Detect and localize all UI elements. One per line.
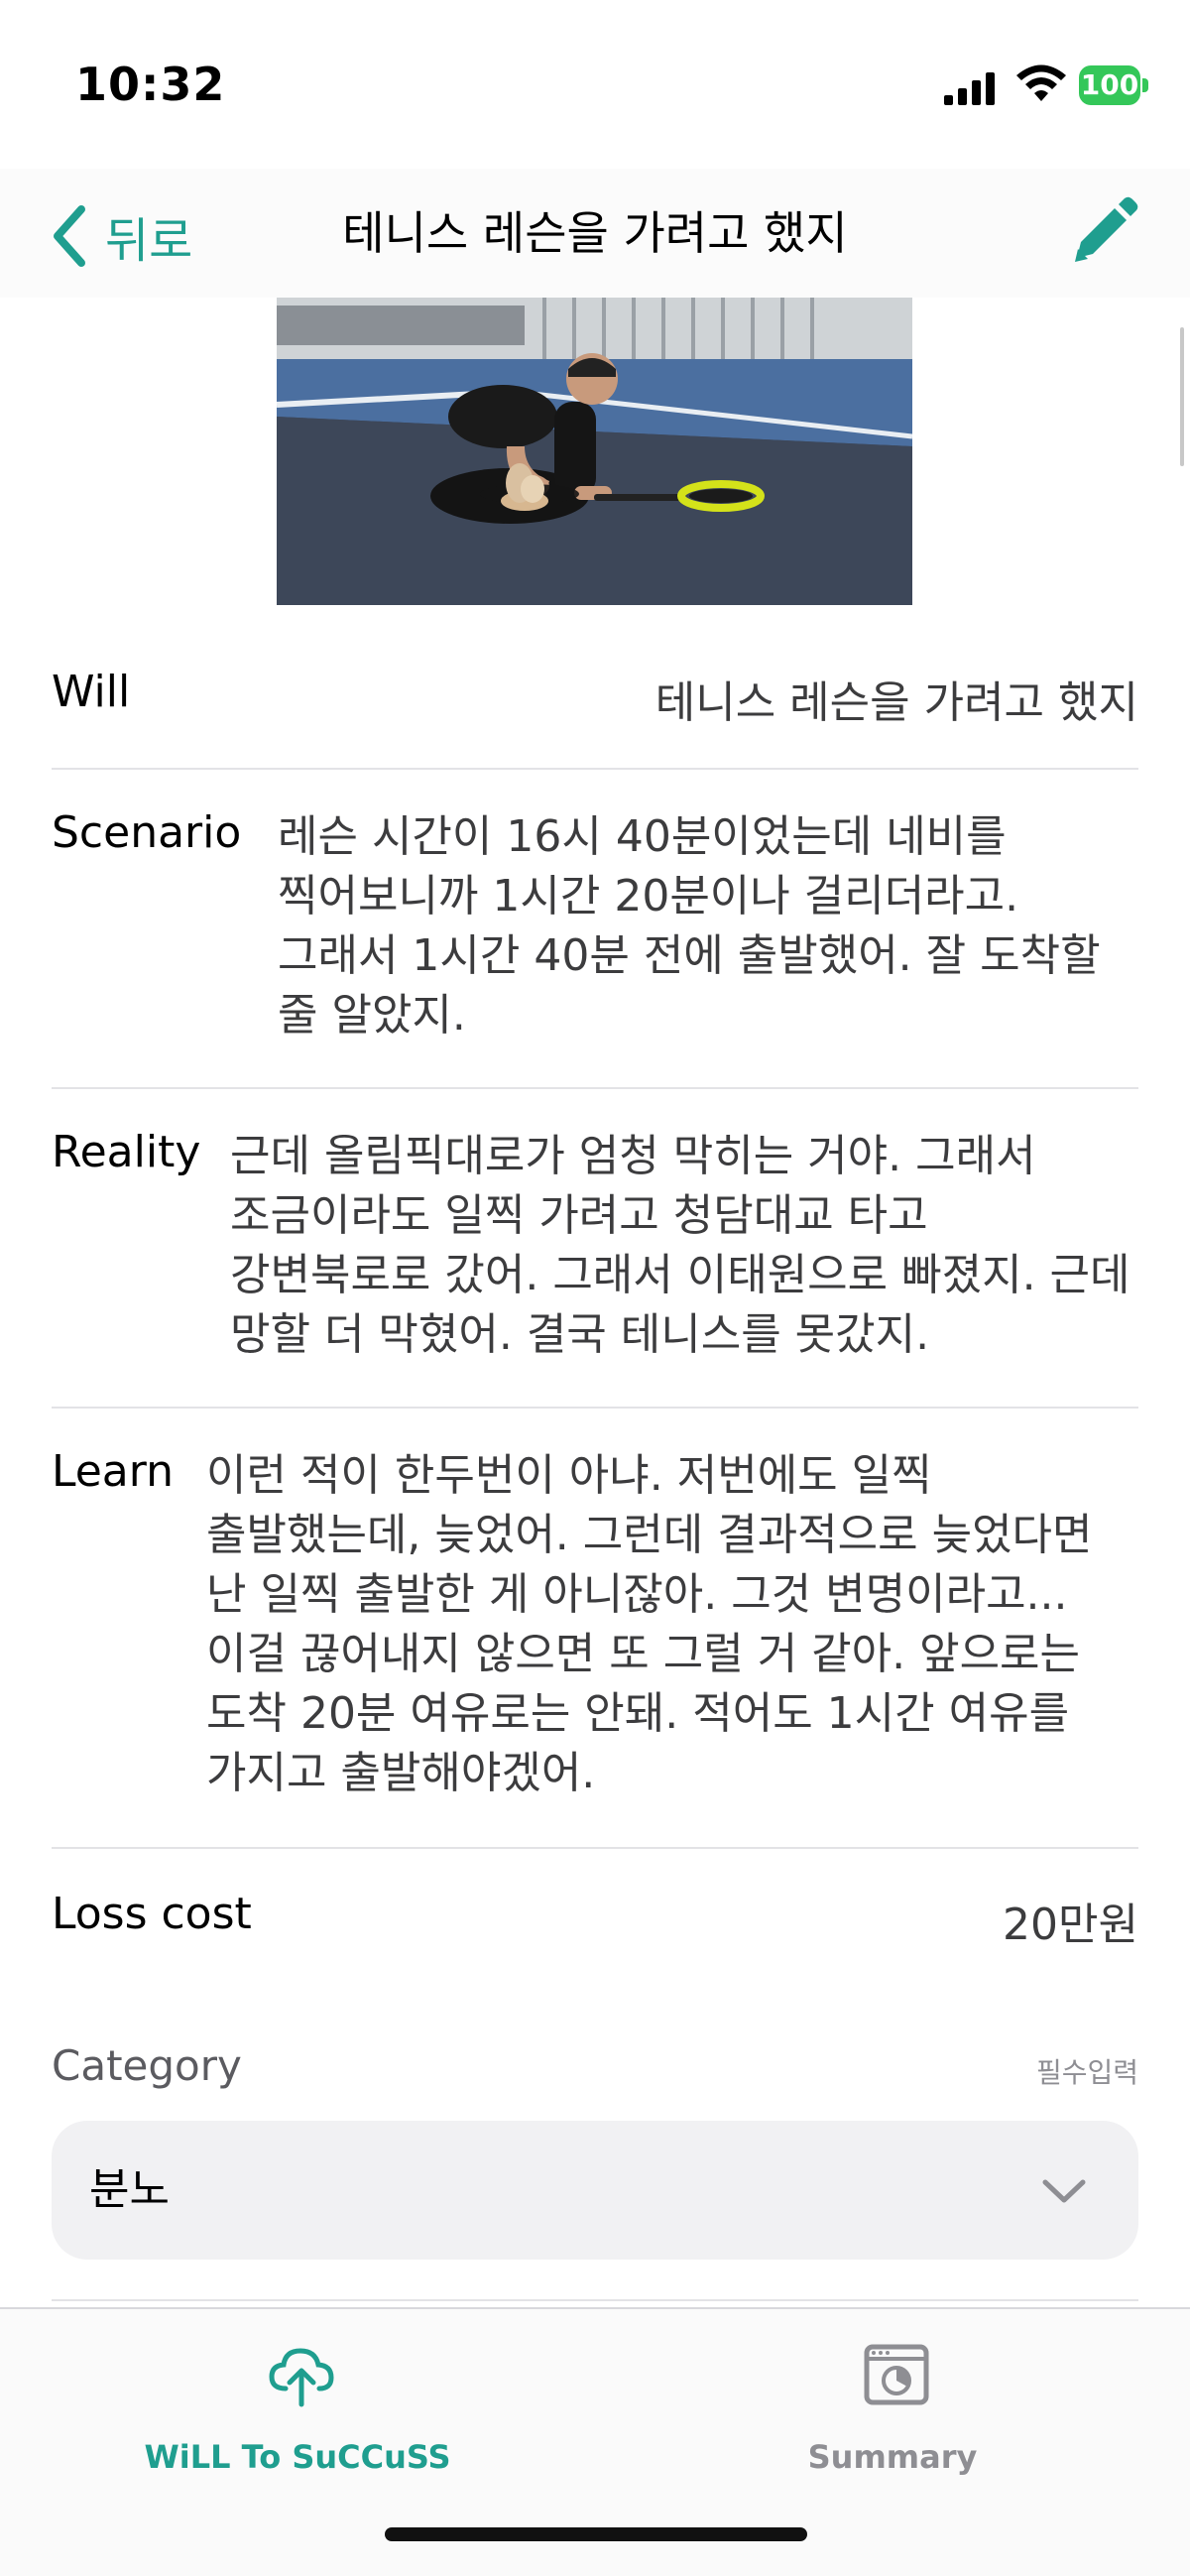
loss-cost-value: 20만원: [1003, 1900, 1138, 1950]
reality-label: Reality: [52, 1127, 201, 1177]
home-indicator[interactable]: [385, 2527, 807, 2541]
learn-row: Learn 이런 적이 한두번이 아냐. 저번에도 일찍 출발했는데, 늦었어.…: [52, 1446, 1138, 1803]
divider: [52, 768, 1138, 770]
scenario-value: 레슨 시간이 16시 40분이었는데 네비를 찍어보니까 1시간 20분이나 걸…: [278, 811, 1101, 1041]
battery-level: 100: [1080, 68, 1139, 101]
back-button-label: 뒤로: [105, 213, 193, 269]
learn-label: Learn: [52, 1446, 174, 1497]
tab-will-to-success-label: WiLL To SuCCuSS: [144, 2438, 451, 2476]
status-bar: 10:32 100: [0, 0, 1190, 159]
will-label: Will: [52, 667, 131, 717]
summary-window-icon: [864, 2344, 929, 2405]
chevron-left-icon: [54, 205, 85, 267]
divider: [52, 1087, 1138, 1089]
battery-icon: 100: [1079, 65, 1148, 107]
navigation-bar: 뒤로 테니스 레슨을 가려고 했지: [0, 169, 1190, 466]
will-value: 테니스 레슨을 가려고 했지: [654, 677, 1138, 728]
tab-summary-label: Summary: [807, 2438, 978, 2476]
wifi-icon: [1016, 64, 1066, 101]
pencil-edit-icon[interactable]: [1063, 192, 1142, 272]
scenario-label: Scenario: [52, 807, 242, 858]
divider: [52, 1407, 1138, 1409]
cloud-upload-icon: [269, 2348, 334, 2407]
tennis-photo[interactable]: [277, 298, 912, 605]
chevron-down-icon: [1042, 2179, 1086, 2203]
divider: [52, 1847, 1138, 1849]
will-row: Will 테니스 레슨을 가려고 했지: [52, 667, 1138, 728]
scroll-indicator: [1180, 327, 1184, 466]
category-selected-value: 분노: [89, 2164, 170, 2215]
cellular-signal-icon: [944, 72, 995, 105]
loss-cost-label: Loss cost: [52, 1889, 252, 1939]
reality-row: Reality 근데 올림픽대로가 엄청 막히는 거야. 그래서 조금이라도 일…: [52, 1127, 1138, 1365]
loss-cost-row: Loss cost 20만원: [52, 1889, 1138, 1950]
category-select[interactable]: 분노: [52, 2121, 1138, 2260]
learn-value: 이런 적이 한두번이 아냐. 저번에도 일찍 출발했는데, 늦었어. 그런데 결…: [206, 1450, 1093, 1798]
tab-will-to-success[interactable]: WiLL To SuCCuSS: [99, 2339, 496, 2498]
scenario-row: Scenario 레슨 시간이 16시 40분이었는데 네비를 찍어보니까 1시…: [52, 807, 1138, 1045]
category-label: Category: [52, 2041, 242, 2090]
status-time: 10:32: [75, 58, 226, 111]
back-button[interactable]: 뒤로: [48, 196, 192, 276]
tab-summary[interactable]: Summary: [694, 2339, 1091, 2498]
reality-value: 근데 올림픽대로가 엄청 막히는 거야. 그래서 조금이라도 일찍 가려고 청담…: [230, 1131, 1130, 1360]
divider: [52, 2299, 1138, 2301]
required-hint: 필수입력: [1035, 2056, 1138, 2089]
